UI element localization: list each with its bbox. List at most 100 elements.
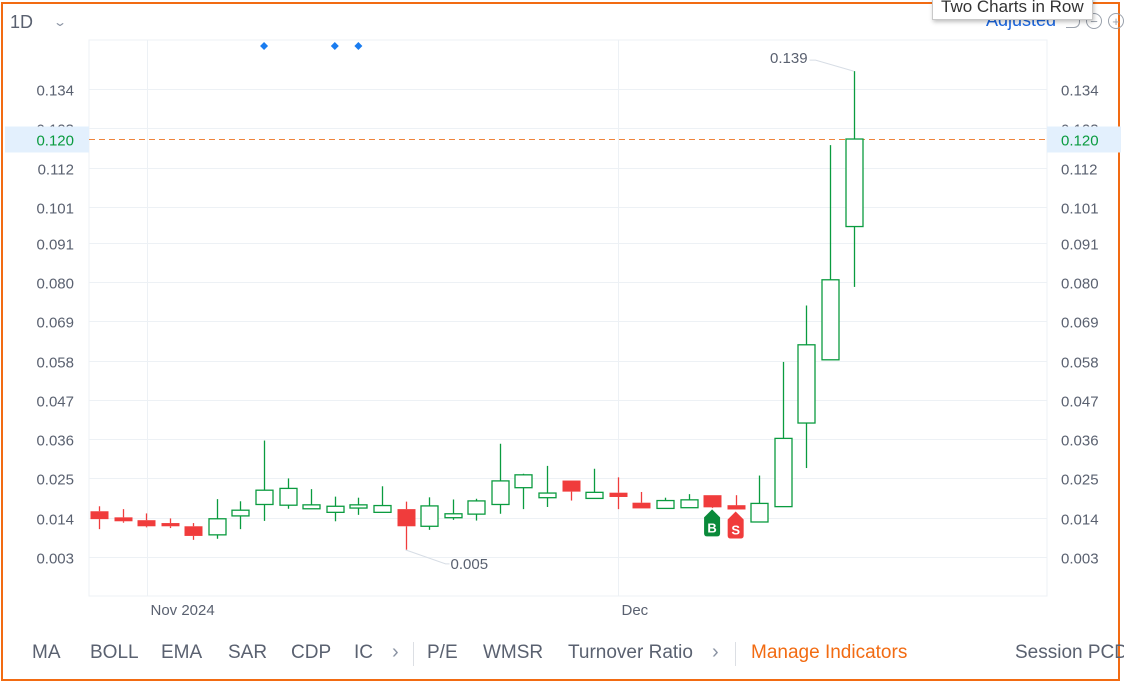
manage-indicators-button[interactable]: Manage Indicators xyxy=(751,642,907,664)
candle xyxy=(821,145,840,361)
candle-body xyxy=(349,504,368,509)
candle-body xyxy=(656,499,675,510)
candle xyxy=(609,477,628,510)
candle-body xyxy=(538,492,557,499)
candle xyxy=(845,71,864,287)
candle-body xyxy=(774,437,793,508)
y-tick-label-right: 0.091 xyxy=(1061,237,1099,254)
low-annotation-line xyxy=(405,549,450,565)
candlestick-chart[interactable]: 0.003 0.003 0.014 0.014 0.025 0.025 0.036 0.036… xyxy=(0,0,1124,630)
y-tick-label-left: 0.047 xyxy=(36,394,74,411)
indicator-sar[interactable]: SAR xyxy=(228,642,267,664)
candle-body xyxy=(114,517,133,522)
candle-body xyxy=(821,279,840,361)
candle-body xyxy=(326,505,345,513)
chevron-right-icon[interactable]: › xyxy=(712,641,719,664)
candle xyxy=(514,473,533,510)
indicator-ic[interactable]: IC xyxy=(354,642,373,664)
trade-marker-label: S xyxy=(731,522,740,537)
candle-body xyxy=(727,505,746,510)
y-tick-label-right: 0.080 xyxy=(1061,276,1099,293)
y-tick-label-left: 0.101 xyxy=(36,201,74,218)
candle xyxy=(467,498,486,521)
y-tick-label-left: 0.112 xyxy=(38,162,74,179)
candle-body xyxy=(208,518,227,536)
candle xyxy=(90,506,109,530)
candle-body xyxy=(231,509,250,517)
candle-body xyxy=(137,520,156,527)
candle xyxy=(585,468,604,500)
y-tick-label-right: 0.014 xyxy=(1061,512,1099,529)
y-tick-label-left: 0.080 xyxy=(36,276,74,293)
candle-body xyxy=(797,344,816,424)
indicator-bar: MA BOLL EMA SAR CDP IC › P/E WMSR Turnover Ratio ›… xyxy=(0,640,1124,668)
candle xyxy=(562,480,581,501)
candle xyxy=(114,509,133,523)
indicator-cdp[interactable]: CDP xyxy=(291,642,331,664)
candle xyxy=(727,495,746,510)
y-tick-label-right: 0.036 xyxy=(1061,433,1099,450)
y-tick-label-right: 0.069 xyxy=(1061,315,1099,332)
candle xyxy=(444,499,463,520)
candle-body xyxy=(302,504,321,510)
candle xyxy=(797,305,816,469)
y-tick-label-right: 0.025 xyxy=(1061,472,1099,489)
candle-body xyxy=(161,523,180,527)
indicator-ma[interactable]: MA xyxy=(32,642,61,664)
tooltip: Two Charts in Row xyxy=(932,0,1093,20)
candle xyxy=(349,497,368,515)
y-tick-label-left: 0.091 xyxy=(36,237,74,254)
event-marker-icon xyxy=(354,42,363,50)
candle-body xyxy=(680,499,699,509)
candle-body xyxy=(750,502,769,523)
session-pcd-button[interactable]: Session PCD xyxy=(1015,642,1124,664)
trade-marker-label: B xyxy=(707,520,716,535)
indicator-p-e[interactable]: P/E xyxy=(427,642,458,664)
candle xyxy=(137,513,156,528)
candle-body xyxy=(845,138,864,228)
current-price-label-right: 0.120 xyxy=(1061,133,1099,150)
candle xyxy=(420,497,439,530)
current-price-label-left: 0.120 xyxy=(36,133,74,150)
candle xyxy=(538,465,557,507)
candle xyxy=(774,361,793,508)
y-tick-label-right: 0.134 xyxy=(1061,83,1099,100)
candle xyxy=(255,440,274,521)
y-tick-label-right: 0.003 xyxy=(1061,551,1099,568)
candle-body xyxy=(279,487,298,506)
indicator-ema[interactable]: EMA xyxy=(161,642,202,664)
y-tick-label-left: 0.025 xyxy=(36,472,74,489)
x-tick-label: Dec xyxy=(622,602,649,619)
candle xyxy=(656,497,675,510)
y-tick-label-left: 0.069 xyxy=(36,315,74,332)
y-tick-label-right: 0.112 xyxy=(1061,162,1097,179)
candle xyxy=(326,496,345,522)
event-marker-icon xyxy=(330,42,339,50)
candle xyxy=(208,499,227,539)
candle xyxy=(184,523,203,540)
indicator-wmsr[interactable]: WMSR xyxy=(483,642,543,664)
candle xyxy=(231,501,250,530)
y-tick-label-right: 0.058 xyxy=(1061,355,1099,372)
high-annotation-line xyxy=(809,59,854,72)
divider xyxy=(413,642,414,666)
buy-marker: B xyxy=(704,509,721,537)
candle xyxy=(302,489,321,510)
candle xyxy=(279,478,298,509)
x-tick-label: Nov 2024 xyxy=(151,602,215,619)
candle-body xyxy=(632,502,651,509)
y-tick-label-left: 0.134 xyxy=(36,83,74,100)
candle xyxy=(397,501,416,550)
candle xyxy=(750,475,769,523)
candle-body xyxy=(184,526,203,536)
candle xyxy=(703,495,722,509)
chevron-right-icon[interactable]: › xyxy=(392,641,399,664)
divider xyxy=(735,642,736,666)
candle-body xyxy=(467,500,486,515)
candle-body xyxy=(562,480,581,492)
candle-body xyxy=(514,474,533,489)
indicator-boll[interactable]: BOLL xyxy=(90,642,139,664)
indicator-turnover-ratio[interactable]: Turnover Ratio xyxy=(568,642,693,664)
candle-body xyxy=(373,504,392,513)
candle-body xyxy=(585,491,604,500)
